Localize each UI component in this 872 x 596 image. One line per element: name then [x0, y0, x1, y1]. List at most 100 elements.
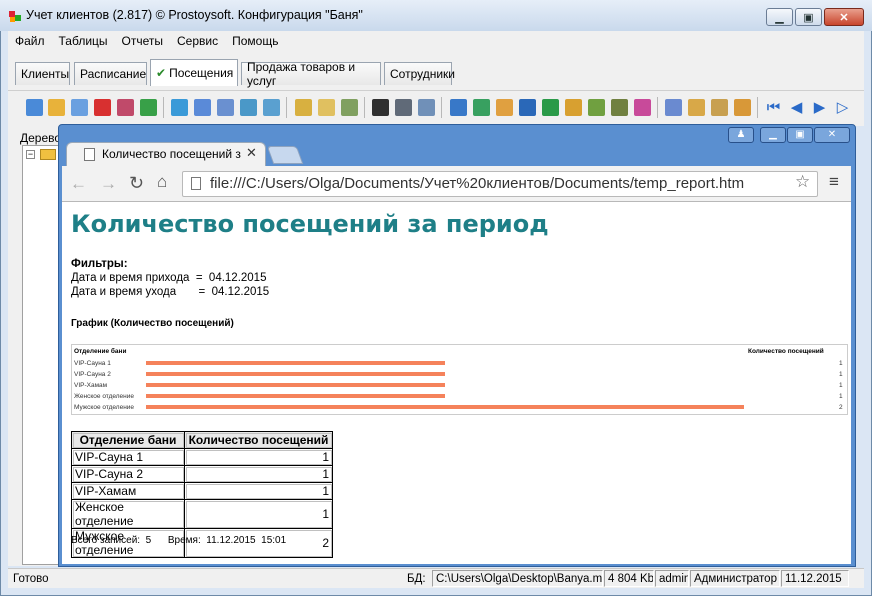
- toolbar-separator: [286, 97, 287, 118]
- chart-bar: [146, 372, 445, 376]
- tab-schedule[interactable]: Расписание: [74, 62, 147, 85]
- forward-icon[interactable]: →: [100, 174, 117, 194]
- chart-category-header: Отделение бани: [74, 348, 127, 355]
- sql-icon[interactable]: [341, 99, 358, 116]
- export-txt-icon[interactable]: [611, 99, 628, 116]
- delete-icon[interactable]: [94, 99, 111, 116]
- tab-clients[interactable]: Клиенты: [15, 62, 70, 85]
- prev-record-icon[interactable]: ◀: [788, 99, 805, 116]
- menu-reports[interactable]: Отчеты: [115, 34, 170, 48]
- chart-value-header: Количество посещений: [748, 348, 824, 355]
- filter-remove-icon[interactable]: [194, 99, 211, 116]
- sort-icon[interactable]: [665, 99, 682, 116]
- column-header: Отделение бани: [71, 431, 185, 449]
- maximize-button[interactable]: ▣: [795, 8, 822, 26]
- tree-view[interactable]: [22, 145, 62, 565]
- first-record-icon[interactable]: ⏮: [765, 99, 782, 116]
- menu-service[interactable]: Сервис: [170, 34, 225, 48]
- filter-clear-icon[interactable]: [217, 99, 234, 116]
- query-icon[interactable]: [318, 99, 335, 116]
- tab-staff[interactable]: Сотрудники: [384, 62, 455, 85]
- back-icon[interactable]: ←: [70, 174, 87, 194]
- tab-visits[interactable]: ✔ Посещения: [150, 59, 238, 86]
- table-row: VIP-Хамам 1: [71, 482, 333, 500]
- status-size: 4 804 Kb: [604, 570, 654, 587]
- menu-tables[interactable]: Таблицы: [52, 34, 115, 48]
- chart-category-label: Мужское отделение: [74, 404, 135, 411]
- home-icon[interactable]: ⌂: [157, 172, 167, 192]
- last-record-icon[interactable]: ▷: [834, 99, 851, 116]
- status-date: 11.12.2015: [781, 570, 849, 587]
- cell-name: Женское отделение: [71, 499, 185, 529]
- toolbar-separator: [657, 97, 658, 118]
- export-csv-icon[interactable]: [588, 99, 605, 116]
- new-record-icon[interactable]: [26, 99, 43, 116]
- export-file-icon[interactable]: [565, 99, 582, 116]
- filter-apply-icon[interactable]: [263, 99, 280, 116]
- chart-icon[interactable]: [634, 99, 651, 116]
- window-title: Учет клиентов (2.817) © Prostoysoft. Кон…: [26, 8, 363, 22]
- tree-collapse-icon[interactable]: −: [26, 150, 35, 159]
- menu-help[interactable]: Помощь: [225, 34, 285, 48]
- status-role: Администратор: [690, 570, 780, 587]
- next-record-icon[interactable]: ▶: [811, 99, 828, 116]
- minimize-icon: ▁: [775, 11, 784, 24]
- filter-edit-icon[interactable]: [240, 99, 257, 116]
- filter-arrival: Дата и время прихода = 04.12.2015: [71, 272, 267, 284]
- cell-name: VIP-Сауна 2: [71, 465, 185, 483]
- maximize-icon: ▣: [803, 11, 814, 24]
- toolbar-separator: [757, 97, 758, 118]
- browser-maximize-button[interactable]: ▣: [787, 127, 813, 143]
- table-row: Женское отделение 1: [71, 499, 333, 529]
- status-ready: Готово: [13, 572, 49, 585]
- toolbar-separator: [441, 97, 442, 118]
- export-word-icon[interactable]: [450, 99, 467, 116]
- tab-label: Продажа товаров и услуг: [247, 60, 356, 88]
- filter-group-icon[interactable]: [295, 99, 312, 116]
- table-settings-icon[interactable]: [711, 99, 728, 116]
- excel-icon[interactable]: [542, 99, 559, 116]
- toolbar-separator: [163, 97, 164, 118]
- chart-category-label: VIP-Сауна 2: [74, 371, 111, 378]
- chart-bar: [146, 394, 445, 398]
- copy-icon[interactable]: [71, 99, 88, 116]
- table-row: VIP-Сауна 21: [71, 465, 333, 483]
- chart-value-label: 1: [839, 371, 843, 378]
- url-text[interactable]: file:///C:/Users/Olga/Documents/Учет%20к…: [210, 175, 744, 192]
- print-icon[interactable]: [395, 99, 412, 116]
- chart-category-label: Женское отделение: [74, 393, 134, 400]
- new-tab-button[interactable]: [266, 146, 304, 164]
- check-icon: ✔: [156, 66, 167, 80]
- menu-icon[interactable]: ≡: [829, 172, 839, 192]
- bookmark-star-icon[interactable]: ☆: [795, 172, 810, 192]
- tab-close-icon[interactable]: ✕: [246, 145, 257, 161]
- print-preview-icon[interactable]: [418, 99, 435, 116]
- menu-bar: Файл Таблицы Отчеты Сервис Помощь: [8, 31, 864, 50]
- toolbar-separator: [364, 97, 365, 118]
- chart-value-label: 1: [839, 393, 843, 400]
- delete-all-icon[interactable]: [117, 99, 134, 116]
- export-excel-icon[interactable]: [473, 99, 490, 116]
- cell-count: 1: [184, 448, 333, 466]
- user-icon[interactable]: ♟: [728, 127, 754, 143]
- options-icon[interactable]: [734, 99, 751, 116]
- filter-departure: Дата и время ухода = 04.12.2015: [71, 286, 270, 298]
- find-icon[interactable]: [372, 99, 389, 116]
- menu-file[interactable]: Файл: [8, 34, 52, 48]
- tab-sales[interactable]: Продажа товаров и услуг: [241, 60, 381, 88]
- minimize-button[interactable]: ▁: [766, 8, 793, 26]
- refresh-icon[interactable]: [140, 99, 157, 116]
- browser-close-button[interactable]: ✕: [814, 127, 850, 143]
- edit-icon[interactable]: [48, 99, 65, 116]
- close-icon: ✕: [839, 11, 849, 24]
- filter-icon[interactable]: [171, 99, 188, 116]
- reload-icon[interactable]: ↻: [129, 173, 144, 194]
- word-icon[interactable]: [519, 99, 536, 116]
- app-icon: [8, 9, 22, 23]
- chart-value-label: 1: [839, 382, 843, 389]
- browser-minimize-button[interactable]: ▁: [760, 127, 786, 143]
- export-icon[interactable]: [496, 99, 513, 116]
- tab-label: Посещения: [169, 66, 234, 80]
- close-button[interactable]: ✕: [824, 8, 864, 26]
- columns-icon[interactable]: [688, 99, 705, 116]
